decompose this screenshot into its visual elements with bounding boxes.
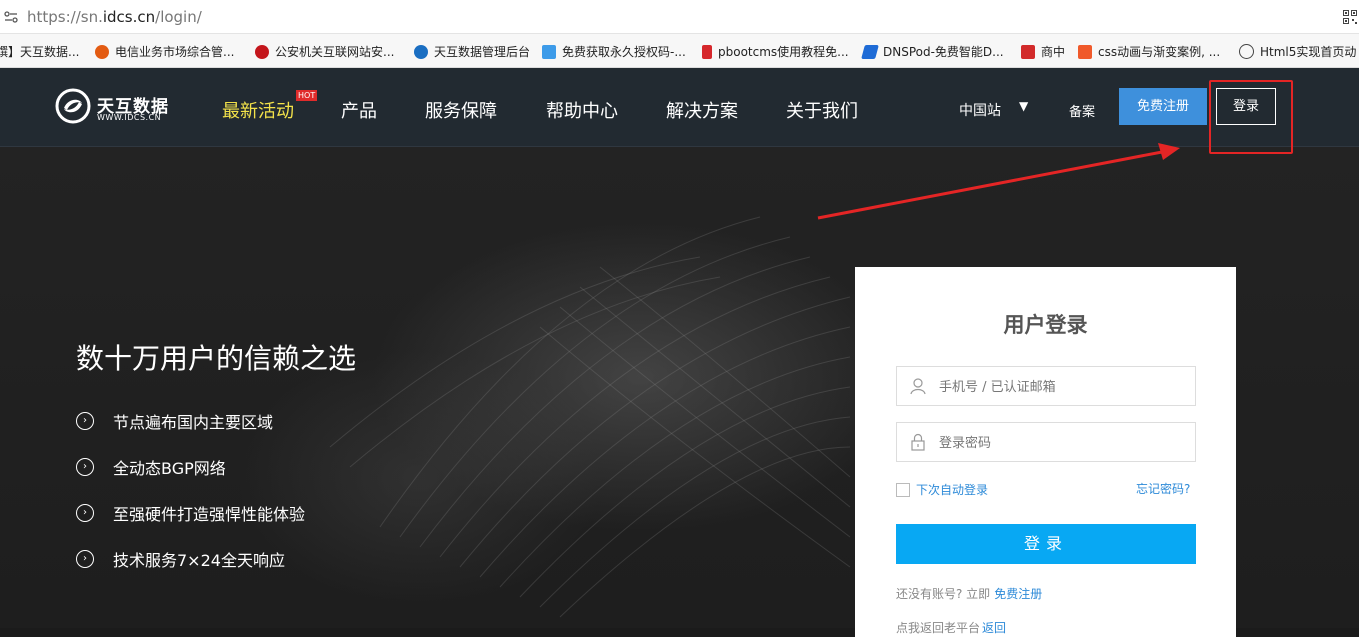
- address-bar[interactable]: https://sn.idcs.cn/login/: [0, 0, 1359, 34]
- bookmark-item[interactable]: 商中: [1021, 43, 1065, 60]
- username-input[interactable]: [937, 367, 1191, 407]
- password-field[interactable]: [896, 422, 1196, 463]
- dnspod-favicon-icon: [861, 44, 879, 59]
- bookmark-item[interactable]: 电信业务市场综合管...: [95, 43, 234, 60]
- feature-item: › 至强硬件打造强悍性能体验: [76, 501, 305, 525]
- chevron-circle-icon: ›: [76, 504, 94, 522]
- shangzhong-favicon-icon: [1021, 44, 1035, 59]
- chevron-circle-icon: ›: [76, 412, 94, 430]
- logo-icon: [55, 88, 91, 124]
- bookmark-item[interactable]: pbootcms使用教程免...: [702, 43, 849, 60]
- logo-domain: WWW.IDCS.CN: [97, 113, 162, 122]
- remember-me[interactable]: 下次自动登录: [896, 481, 988, 498]
- feature-item: › 节点遍布国内主要区域: [76, 409, 273, 433]
- tianhu-favicon-icon: [414, 44, 428, 59]
- chevron-circle-icon: ›: [76, 550, 94, 568]
- feature-item: › 全动态BGP网络: [76, 455, 226, 479]
- police-emblem-icon: [255, 44, 269, 59]
- feature-item: › 技术服务7×24全天响应: [76, 547, 285, 571]
- forgot-password-link[interactable]: 忘记密码?: [1136, 480, 1190, 497]
- bookmark-item[interactable]: 免费获取永久授权码-...: [542, 43, 686, 60]
- remember-label[interactable]: 下次自动登录: [916, 481, 988, 498]
- bookmark-item[interactable]: DNSPod-免费智能D...: [861, 43, 1004, 60]
- site-header: 天互数据 WWW.IDCS.CN 最新活动 HOT 产品 服务保障 帮助中心 解…: [0, 68, 1359, 147]
- annotation-highlight-box: [1209, 80, 1293, 154]
- bookmark-item[interactable]: css动画与渐变案例, ...: [1078, 43, 1220, 60]
- globe-icon: [1239, 44, 1254, 59]
- bookmark-item[interactable]: Html5实现首页动: [1239, 43, 1356, 60]
- beian-link[interactable]: 备案: [1069, 101, 1095, 120]
- bookmark-item[interactable]: 天互数据管理后台: [414, 43, 530, 60]
- password-input[interactable]: [937, 423, 1191, 463]
- login-submit-button[interactable]: 登录: [896, 524, 1196, 564]
- region-selector[interactable]: 中国站: [959, 100, 1001, 120]
- lock-icon: [911, 433, 925, 451]
- site-info-icon[interactable]: [4, 10, 18, 24]
- p-favicon-icon: [542, 44, 556, 59]
- bookmark-item[interactable]: 馔】天互数据...: [0, 43, 79, 60]
- site-logo[interactable]: 天互数据 WWW.IDCS.CN: [55, 88, 185, 128]
- nav-solutions[interactable]: 解决方案: [666, 97, 738, 123]
- login-panel-title: 用户登录: [1003, 313, 1088, 337]
- qr-code-icon[interactable]: [1343, 10, 1357, 24]
- nav-latest-activity[interactable]: 最新活动: [222, 97, 294, 123]
- username-field[interactable]: [896, 366, 1196, 407]
- url-text[interactable]: https://sn.idcs.cn/login/: [27, 8, 202, 26]
- user-icon: [910, 378, 926, 395]
- chevron-circle-icon: ›: [76, 458, 94, 476]
- register-link[interactable]: 免费注册: [994, 587, 1042, 601]
- nav-about-us[interactable]: 关于我们: [786, 97, 858, 123]
- d-favicon-icon: [702, 44, 712, 59]
- no-account-prompt: 还没有账号? 立即 免费注册: [896, 587, 1043, 601]
- bookmark-label: 馔】天互数据...: [0, 45, 80, 59]
- back-link[interactable]: 返回: [982, 621, 1006, 635]
- register-button[interactable]: 免费注册: [1119, 88, 1207, 125]
- c-favicon-icon: [1078, 44, 1092, 59]
- login-panel: 用户登录 下次自动登录 忘记密码? 登录 还没有账号? 立即免费注册 点我返回老…: [855, 267, 1236, 637]
- nav-service-guarantee[interactable]: 服务保障: [425, 97, 497, 123]
- hot-badge: HOT: [296, 90, 318, 101]
- bookmark-item[interactable]: 公安机关互联网站安...: [255, 43, 394, 60]
- caret-down-icon[interactable]: ▼: [1019, 99, 1028, 113]
- hero-title: 数十万用户的信赖之选: [76, 342, 357, 375]
- bookmarks-bar: 馔】天互数据... 电信业务市场综合管... 公安机关互联网站安... 天互数据…: [0, 34, 1359, 68]
- nav-products[interactable]: 产品: [341, 97, 377, 123]
- remember-checkbox[interactable]: [896, 482, 910, 497]
- nav-help-center[interactable]: 帮助中心: [546, 97, 618, 123]
- gear-favicon-icon: [95, 44, 109, 59]
